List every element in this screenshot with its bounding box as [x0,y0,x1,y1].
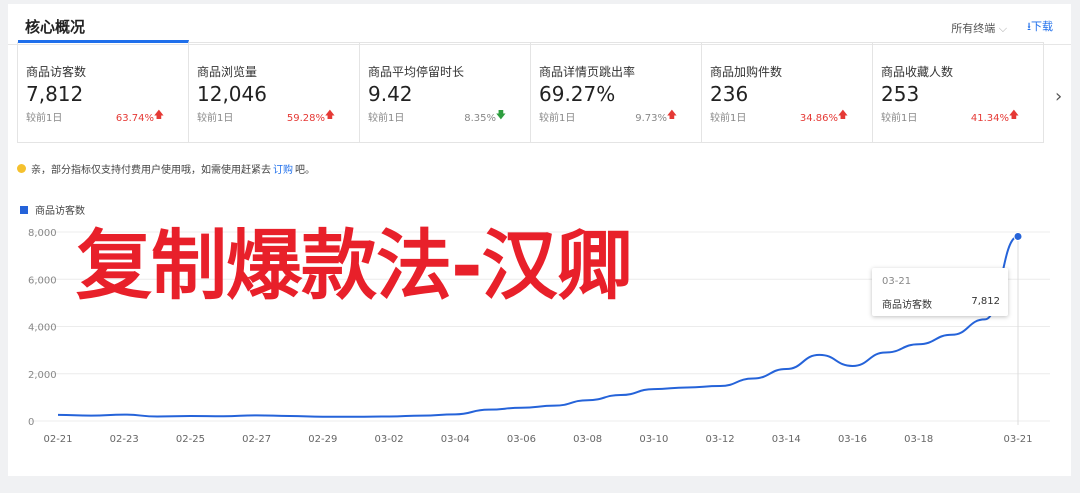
x-tick-label: 03-12 [706,434,735,445]
y-tick-label: 2,000 [28,370,57,381]
x-tick-label: 02-21 [43,434,72,445]
y-tick-label: 6,000 [28,275,57,286]
y-tick-label: 4,000 [28,323,57,334]
y-tick-label: 0 [28,417,34,428]
x-tick-label: 03-08 [573,434,602,445]
tooltip-series-name: 商品访客数 [882,300,932,311]
x-tick-label: 03-04 [441,434,470,445]
x-tick-label: 02-29 [308,434,337,445]
x-tick-label: 03-16 [838,434,867,445]
tooltip-value: 7,812 [971,296,1000,307]
x-tick-label: 03-10 [639,434,668,445]
x-tick-label: 02-27 [242,434,271,445]
chart-tooltip: 03-21 商品访客数 7,812 [872,268,1008,316]
overlay-watermark-text: 复制爆款法-汉卿 [76,221,633,310]
data-point-highlight [1013,231,1023,241]
tooltip-date: 03-21 [882,276,912,287]
x-tick-label: 02-25 [176,434,205,445]
x-tick-label: 03-02 [375,434,404,445]
x-tick-label: 03-14 [772,434,801,445]
x-tick-label: 02-23 [110,434,139,445]
y-tick-label: 8,000 [28,228,57,239]
x-tick-label: 03-21 [1003,434,1032,445]
x-tick-label: 03-18 [904,434,933,445]
x-tick-label: 03-06 [507,434,536,445]
